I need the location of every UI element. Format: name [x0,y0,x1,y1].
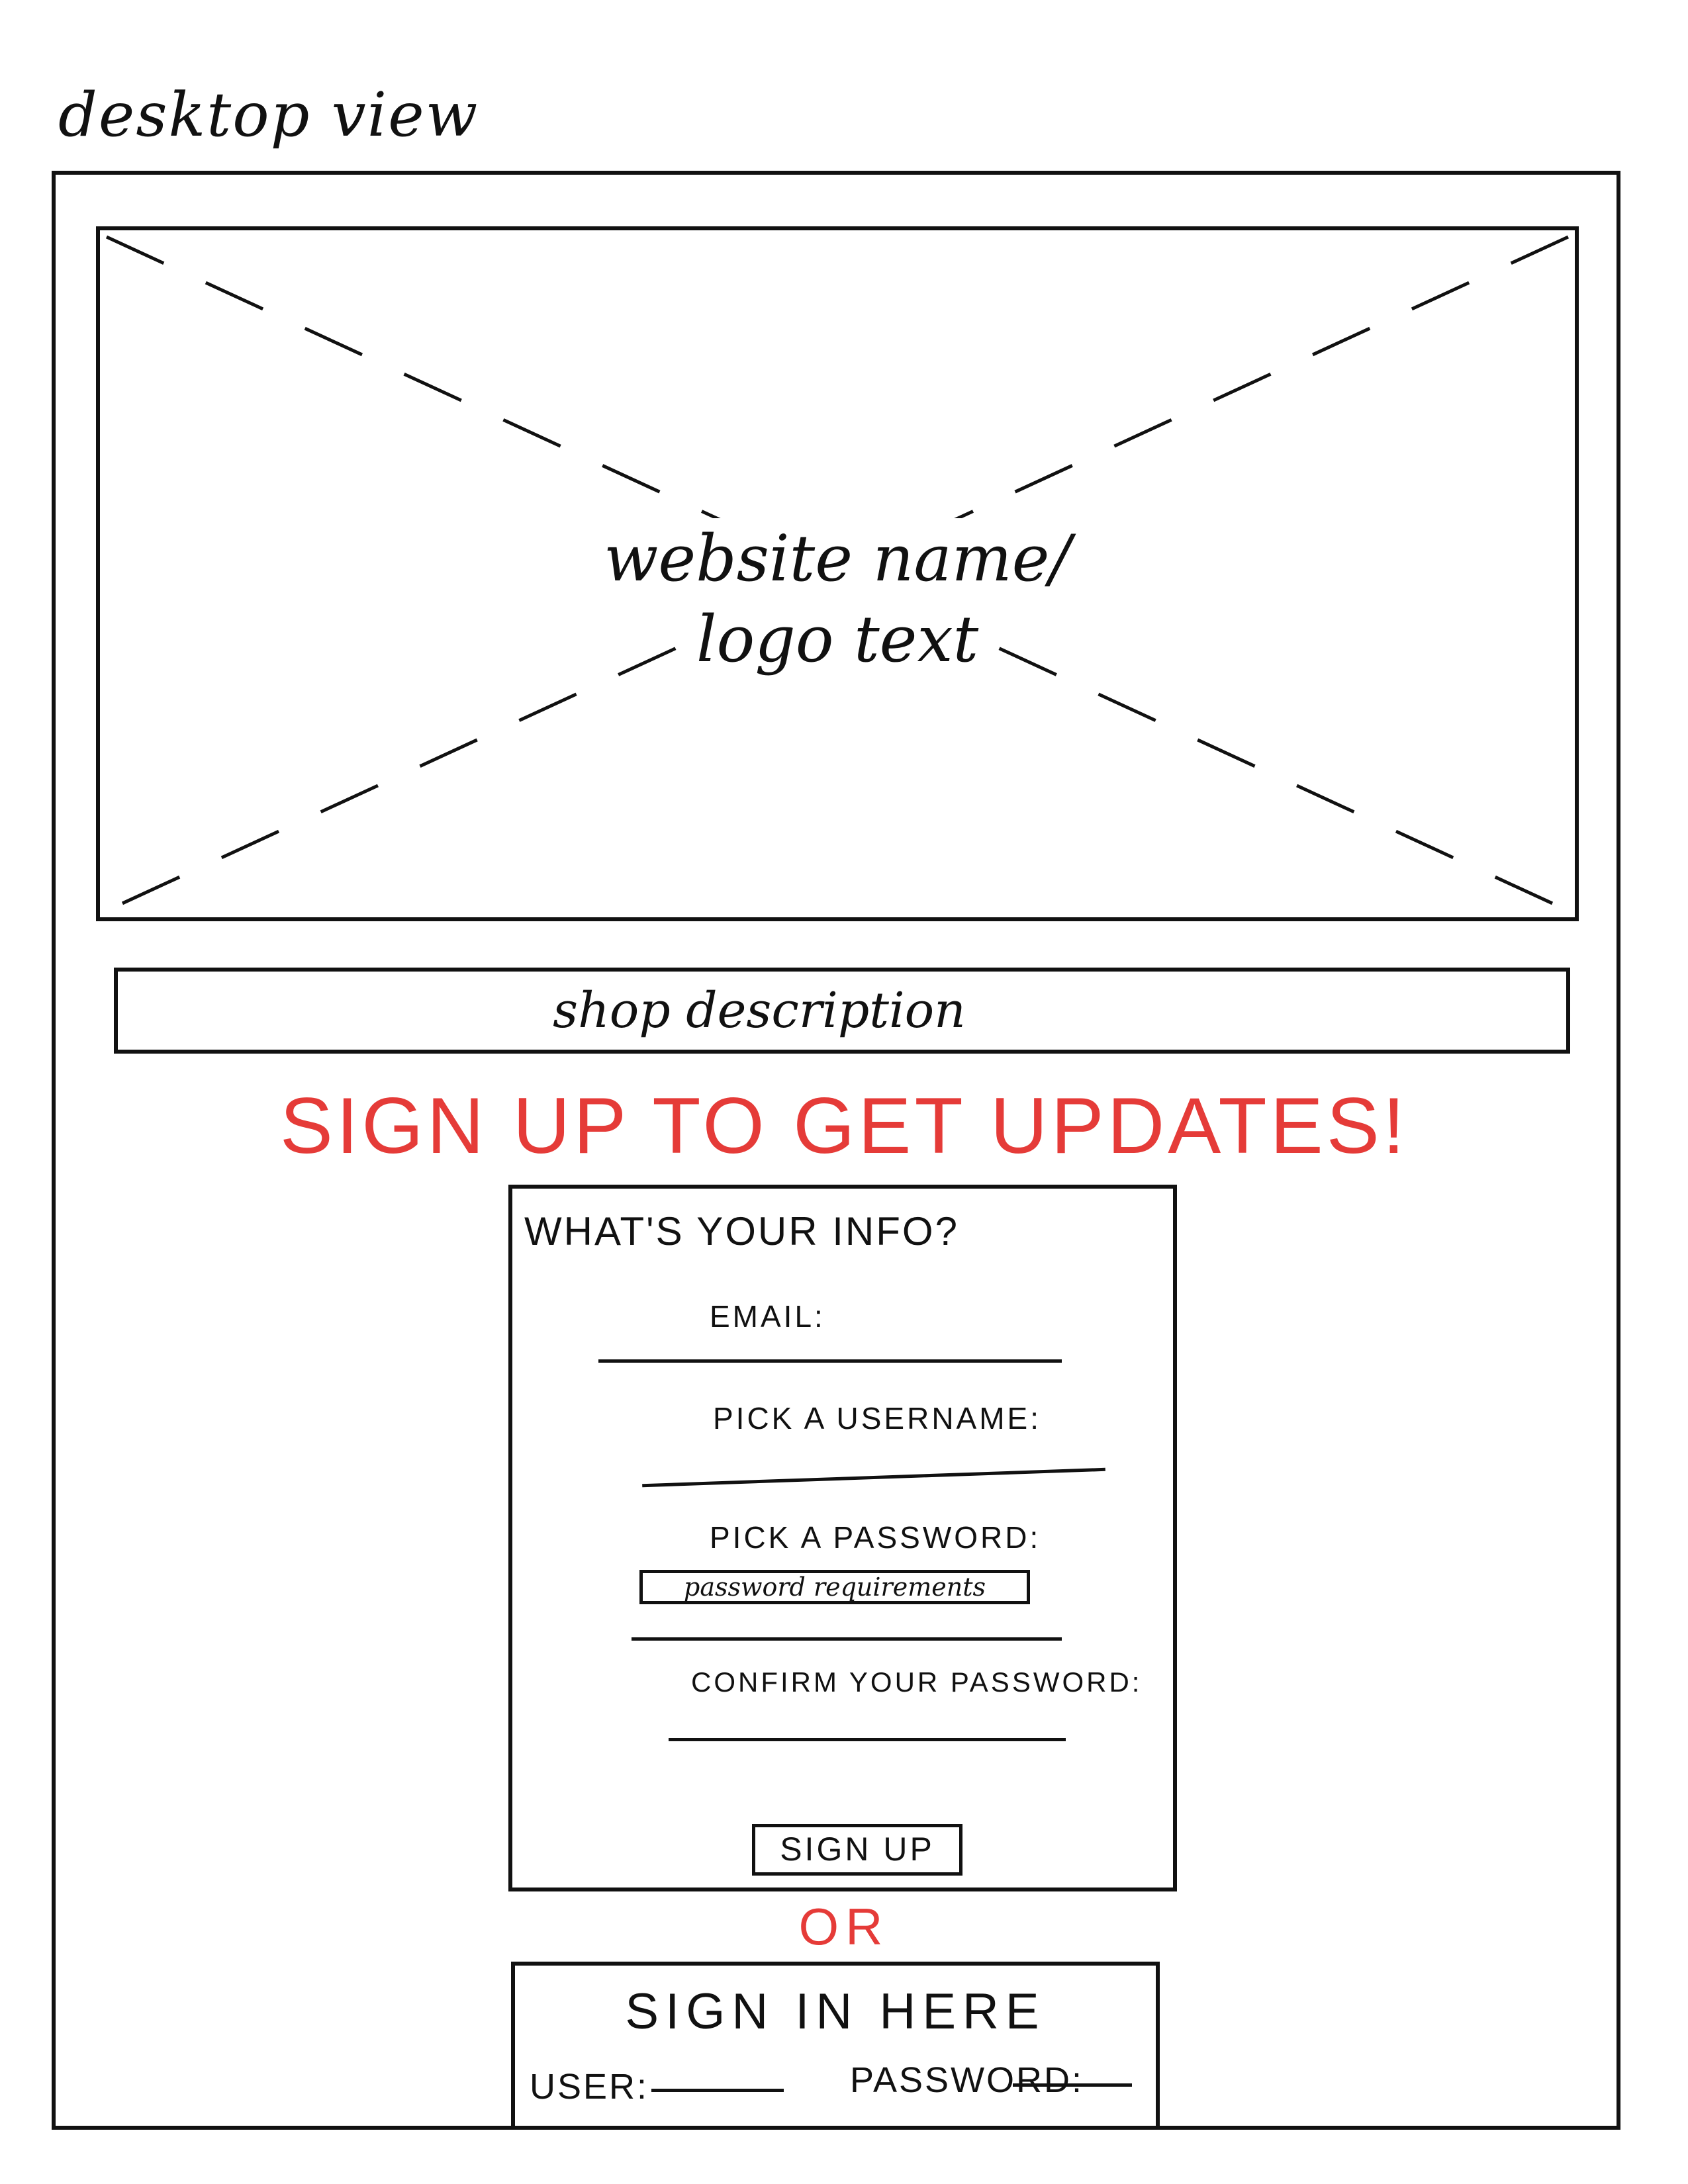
sketch-title: desktop view [58,79,479,150]
confirm-password-field[interactable] [669,1738,1066,1741]
email-field[interactable] [598,1359,1062,1363]
signin-password-input[interactable] [1013,2083,1132,2087]
username-field[interactable] [642,1467,1105,1488]
password-label: PICK A PASSWORD: [710,1520,1041,1555]
password-field[interactable] [632,1637,1062,1641]
shop-description-bar: shop description [114,968,1570,1054]
hero-image-placeholder: website name/ logo text [96,226,1579,921]
signup-form: WHAT'S YOUR INFO? EMAIL: PICK A USERNAME… [508,1185,1177,1891]
username-label: PICK A USERNAME: [713,1401,1042,1435]
email-label: EMAIL: [710,1299,825,1334]
signin-password-label: PASSWORD: [850,2060,1084,2100]
user-input[interactable] [651,2089,784,2092]
logo-subtext: logo text [679,599,996,680]
or-divider: OR [798,1897,890,1956]
sign-up-button[interactable]: SIGN UP [752,1824,962,1876]
logo-text: website name/ logo text [100,518,1575,680]
sign-in-title: SIGN IN HERE [625,1983,1046,2040]
form-heading: WHAT'S YOUR INFO? [524,1209,959,1253]
confirm-password-label: CONFIRM YOUR PASSWORD: [691,1666,1143,1698]
signup-headline: SIGN UP TO GET UPDATES! [279,1081,1409,1170]
website-name: website name/ [586,518,1088,599]
sign-in-panel: SIGN IN HERE USER: PASSWORD: [511,1962,1160,2127]
user-label: USER: [530,2067,649,2107]
password-requirements-box: password requirements [639,1570,1030,1604]
